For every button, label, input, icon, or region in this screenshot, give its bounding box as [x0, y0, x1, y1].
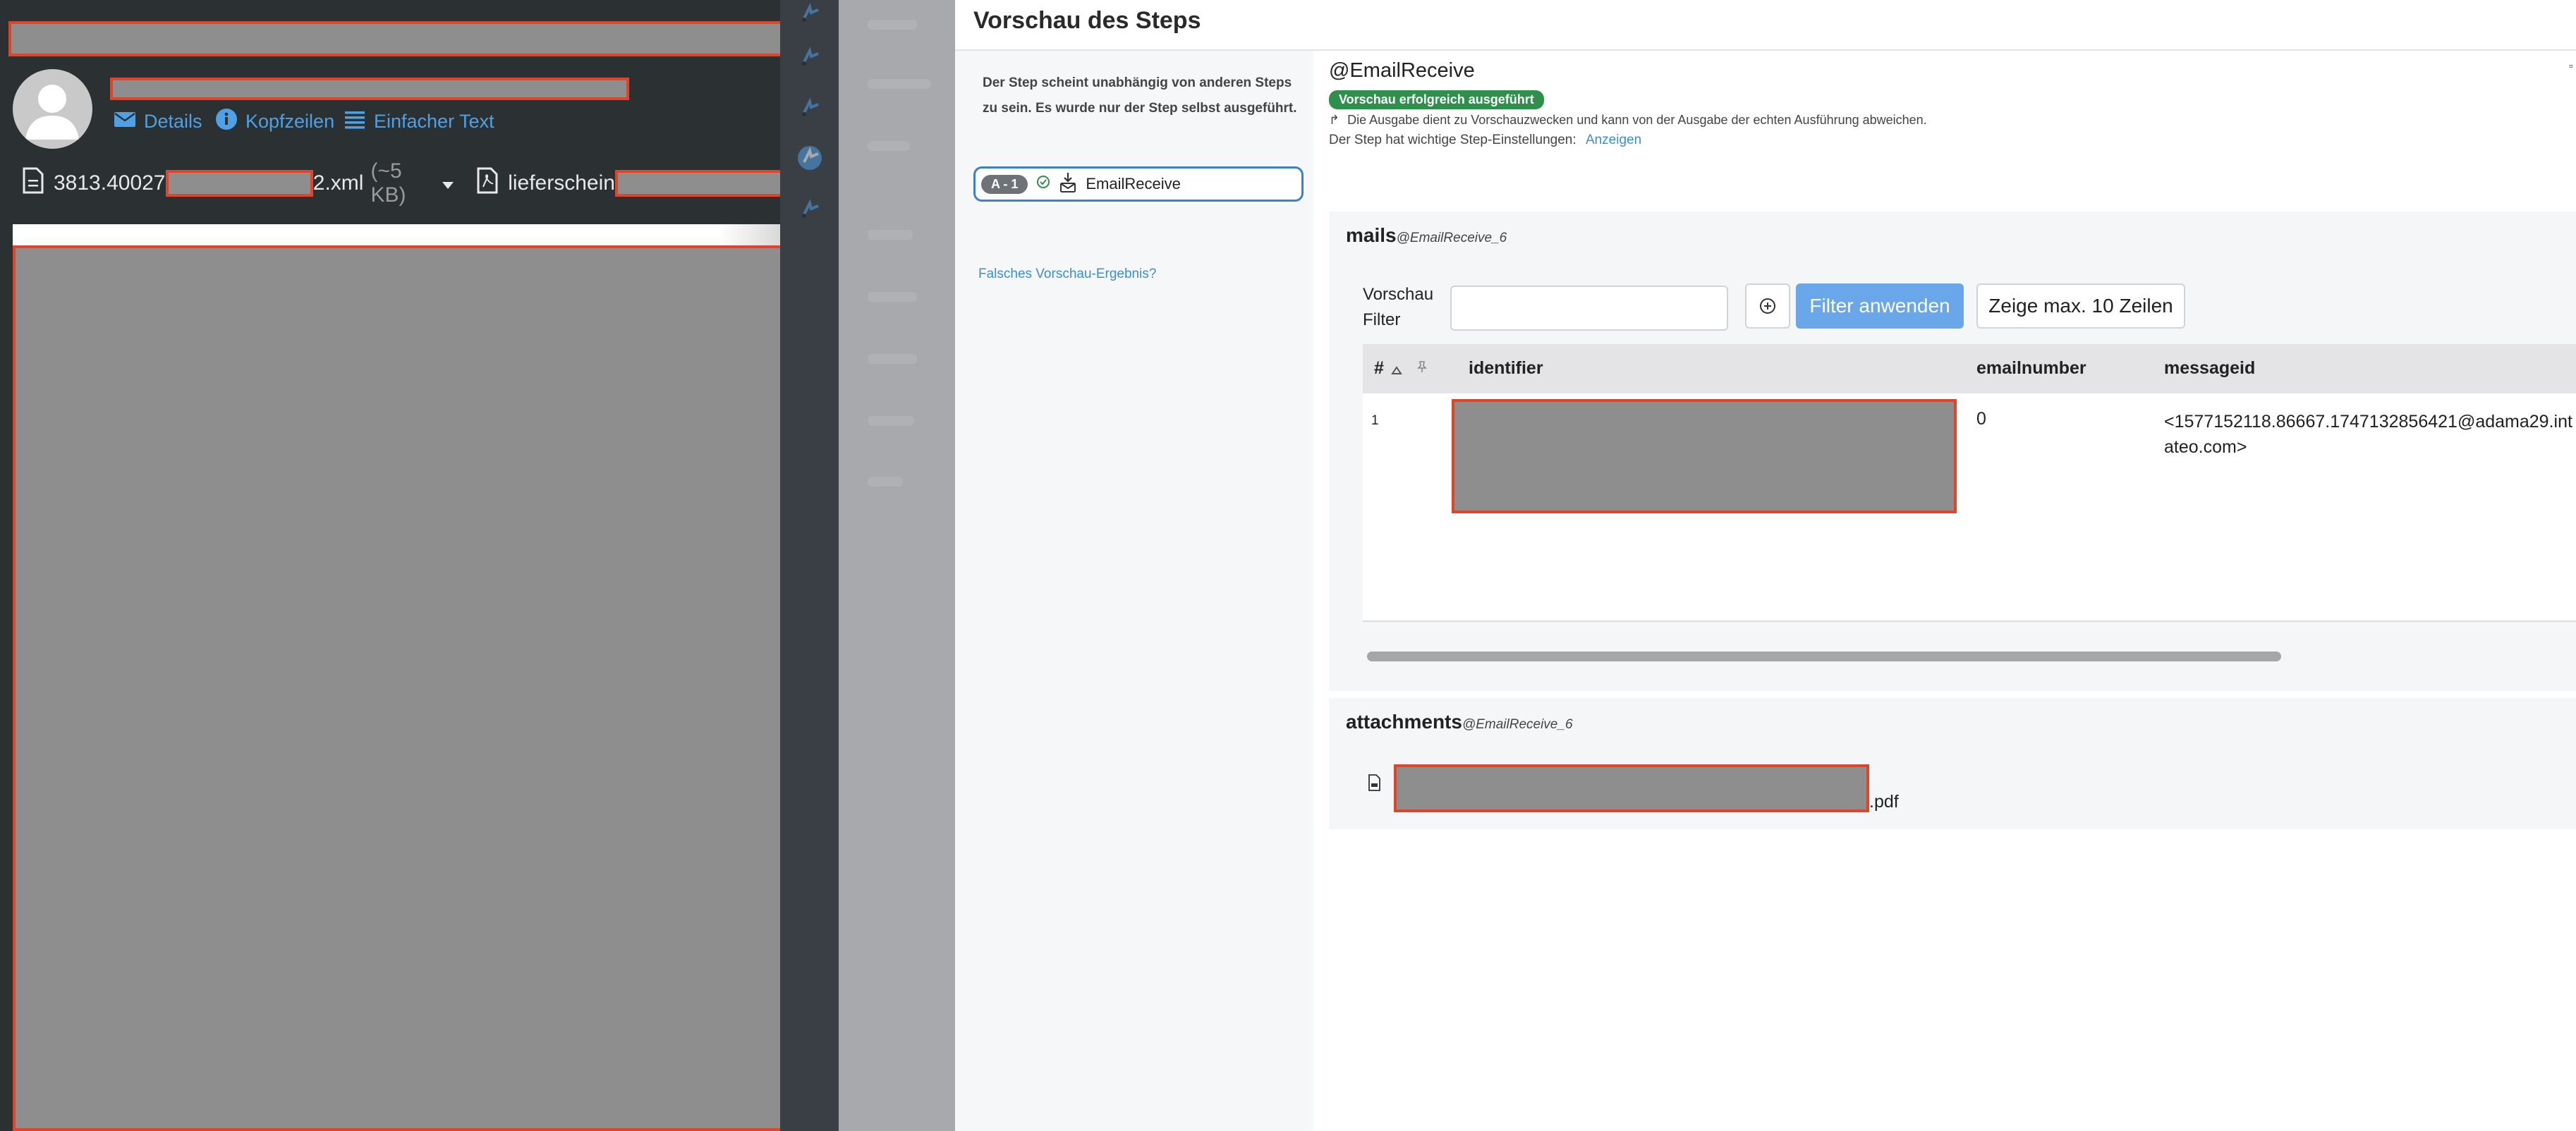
column-messageid-header[interactable]: messageid: [2164, 358, 2255, 379]
mails-subtitle: @EmailReceive_6: [1396, 231, 1507, 245]
sort-asc-icon[interactable]: [1391, 360, 1402, 380]
step-list-item[interactable]: A - 1 EmailReceive: [973, 166, 1304, 202]
attachments-card-title: attachments@EmailReceive_6: [1346, 711, 1573, 733]
wrong-preview-link[interactable]: Falsches Vorschau-Ergebnis?: [978, 267, 1156, 282]
redacted-file-name: [1394, 764, 1869, 812]
backdrop-menu-item: [868, 354, 917, 364]
add-filter-button[interactable]: [1745, 283, 1790, 329]
redacted-attachment-name: [165, 170, 313, 197]
attachment-file-link[interactable]: .pdf: [1394, 764, 1899, 812]
step-list-panel: [955, 51, 1313, 1131]
document-icon: [21, 167, 45, 200]
pin-icon[interactable]: [1415, 358, 1429, 379]
redacted-pdf-name: [614, 170, 789, 197]
envelope-icon: [113, 107, 137, 136]
redacted-mail-body: [13, 245, 820, 1131]
step-name: @EmailReceive: [1329, 59, 1475, 82]
backdrop-menu-item: [868, 477, 903, 487]
return-arrow-icon: ↱: [1329, 113, 1340, 127]
step-badge: A - 1: [981, 174, 1028, 194]
mail-body-top: [13, 224, 780, 245]
attachment-xml[interactable]: 3813.40027 2.xml (~5 KB): [54, 159, 432, 207]
emailnumber-cell: 0: [1976, 409, 1986, 429]
backdrop-menu-item: [868, 79, 931, 89]
mail-headers-link[interactable]: Kopfzeilen: [214, 107, 334, 135]
preview-note: ↱ Die Ausgabe dient zu Vorschauzwecken u…: [1329, 113, 1927, 128]
check-circle-icon: [1036, 175, 1050, 193]
backdrop-menu-item: [868, 292, 917, 302]
column-emailnumber-header[interactable]: emailnumber: [1976, 358, 2086, 379]
table-header: # identifier emailnumber messageid: [1363, 344, 2576, 393]
table-body: 1 0 <1577152118.86667.1747132856421@adam…: [1363, 393, 2576, 622]
mail-details-link[interactable]: Details: [113, 107, 202, 135]
text-lines-icon: [343, 107, 367, 136]
row-index: 1: [1371, 413, 1379, 428]
avatar: [13, 69, 92, 149]
user-silhouette-icon: [25, 85, 79, 140]
horizontal-scrollbar[interactable]: [1367, 652, 2281, 661]
attachment-name-start: 3813.40027: [54, 171, 166, 195]
filter-label: Vorschau Filter: [1363, 285, 1434, 329]
preview-note-text: Die Ausgabe dient zu Vorschauzwecken und…: [1347, 113, 1927, 127]
max-rows-button[interactable]: Zeige max. 10 Zeilen: [1976, 283, 2185, 329]
mail-details-label: Details: [144, 110, 202, 132]
column-identifier-header[interactable]: identifier: [1469, 358, 1543, 379]
attachments-subtitle: @EmailReceive_6: [1462, 717, 1573, 732]
mails-card-title: mails@EmailReceive_6: [1346, 224, 1507, 247]
file-pdf-icon: [1367, 774, 1381, 795]
attachment-pdf[interactable]: lieferschein: [508, 170, 789, 197]
show-settings-link[interactable]: Anzeigen: [1586, 133, 1641, 147]
plus-circle-icon: [1760, 298, 1775, 314]
backdrop-menu-item: [868, 416, 914, 426]
step-item-name: EmailReceive: [1086, 175, 1181, 192]
status-badge: Vorschau erfolgreich ausgeführt: [1329, 90, 1544, 109]
modal-backdrop[interactable]: [780, 0, 955, 1131]
mail-plain-text-link[interactable]: Einfacher Text: [343, 107, 494, 135]
step-settings-text: Der Step hat wichtige Step-Einstellungen…: [1329, 133, 1576, 147]
redacted-identifier-cell: [1452, 399, 1957, 513]
redacted-sender: [110, 78, 629, 100]
attachment-bar: 3813.40027 2.xml (~5 KB) lieferschein: [0, 159, 789, 207]
info-icon: [214, 107, 238, 136]
attachment-pdf-name-start: lieferschein: [508, 171, 615, 195]
backdrop-menu-item: [868, 141, 910, 151]
step-settings-line: Der Step hat wichtige Step-Einstellungen…: [1329, 133, 1641, 148]
caret-down-icon[interactable]: [442, 171, 454, 195]
filter-input[interactable]: [1450, 286, 1728, 331]
messageid-cell: <1577152118.86667.1747132856421@adama29.…: [2164, 412, 2572, 457]
email-receive-icon: [1059, 171, 1077, 197]
mail-headers-label: Kopfzeilen: [245, 110, 335, 132]
attachment-file-suffix: .pdf: [1869, 792, 1899, 812]
backdrop-menu-item: [868, 230, 913, 240]
column-index-header[interactable]: #: [1374, 358, 1384, 379]
mails-title: mails: [1346, 224, 1397, 246]
modal-title: Vorschau des Steps: [973, 7, 1201, 34]
step-info-text: Der Step scheint unabhängig von anderen …: [983, 75, 1297, 116]
pdf-icon: [475, 167, 499, 200]
mail-plain-text-label: Einfacher Text: [374, 110, 494, 132]
attachment-name-end: 2.xml: [312, 171, 364, 195]
redacted-subject: [8, 21, 791, 56]
backdrop-menu-item: [868, 20, 917, 30]
export-icon[interactable]: ▫: [2569, 61, 2573, 73]
attachment-size: (~5 KB): [370, 159, 406, 207]
attachments-title: attachments: [1346, 711, 1462, 733]
apply-filter-button[interactable]: Filter anwenden: [1796, 283, 1964, 329]
